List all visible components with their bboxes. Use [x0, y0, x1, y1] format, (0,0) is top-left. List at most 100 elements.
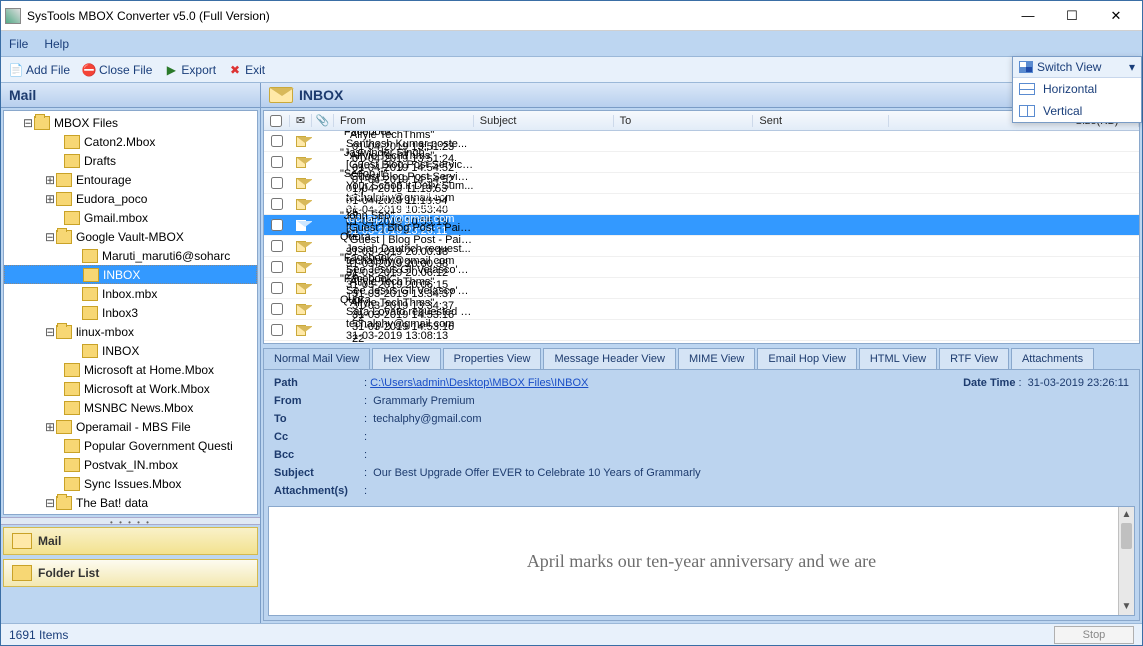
mail-row[interactable]: Quora Sara Lovato requested y... techalp… — [264, 320, 1139, 341]
stop-button[interactable]: Stop — [1054, 626, 1134, 644]
tree-item[interactable]: Microsoft at Work.Mbox — [4, 379, 257, 398]
tree-item[interactable]: INBOX — [4, 265, 257, 284]
tree-item[interactable]: Microsoft at Home.Mbox — [4, 360, 257, 379]
meta-path-link[interactable]: C:\Users\admin\Desktop\MBOX Files\INBOX — [370, 377, 588, 389]
tree-item[interactable]: MSNBC News.Mbox — [4, 398, 257, 417]
menu-file[interactable]: File — [9, 37, 28, 51]
tree-toggle-icon[interactable]: ⊞ — [44, 192, 56, 206]
inbox-title: INBOX — [299, 87, 343, 103]
tree-toggle-icon[interactable]: ⊟ — [44, 230, 56, 244]
tree-item[interactable]: inbox.mbox — [4, 512, 257, 515]
tab-html-view[interactable]: HTML View — [859, 348, 937, 369]
col-from[interactable]: From — [334, 115, 474, 127]
row-checkbox[interactable] — [271, 282, 283, 294]
tree-item[interactable]: Inbox3 — [4, 303, 257, 322]
tree-label: Maruti_maruti6@soharc — [102, 249, 230, 263]
tab-rtf-view[interactable]: RTF View — [939, 348, 1009, 369]
tab-email-hop-view[interactable]: Email Hop View — [757, 348, 856, 369]
left-panel: Mail ⊟MBOX FilesCaton2.MboxDrafts⊞Entour… — [1, 83, 261, 623]
list-body[interactable]: "Facebook" See Jesús Gil Velasco's ... "… — [264, 131, 1139, 343]
col-icon2[interactable]: 📎 — [312, 114, 334, 127]
tree-toggle-icon[interactable]: ⊟ — [44, 325, 56, 339]
switch-view-button[interactable]: Switch View▾ — [1013, 57, 1141, 78]
tree-item[interactable]: ⊟The Bat! data — [4, 493, 257, 512]
tree-item[interactable]: ⊟Google Vault-MBOX — [4, 227, 257, 246]
nav-mail[interactable]: Mail — [3, 527, 258, 555]
tree-item[interactable]: ⊟linux-mbox — [4, 322, 257, 341]
col-checkbox[interactable] — [264, 115, 290, 127]
tree-item[interactable]: Popular Government Questi — [4, 436, 257, 455]
tree-item[interactable]: ⊞Operamail - MBS File — [4, 417, 257, 436]
tree-toggle-icon[interactable]: ⊟ — [22, 116, 34, 130]
mail-icon — [296, 220, 306, 231]
scroll-up-icon[interactable]: ▲ — [1119, 507, 1134, 523]
folder-tree[interactable]: ⊟MBOX FilesCaton2.MboxDrafts⊞Entourage⊞E… — [3, 110, 258, 515]
col-icon1[interactable]: ✉ — [290, 114, 312, 127]
row-checkbox[interactable] — [271, 135, 283, 147]
tab-normal-mail-view[interactable]: Normal Mail View — [263, 348, 370, 369]
tree-item[interactable]: Postvak_IN.mbox — [4, 455, 257, 474]
tab-message-header-view[interactable]: Message Header View — [543, 348, 675, 369]
tree-toggle-icon[interactable]: ⊟ — [44, 496, 56, 510]
list-header-row: ✉ 📎 From Subject To Sent Size(KB) — [264, 111, 1139, 131]
exit-button[interactable]: ✖Exit — [224, 61, 269, 79]
tree-toggle-icon[interactable]: ⊞ — [44, 420, 56, 434]
splitter[interactable]: • • • • • — [1, 517, 260, 525]
tree-label: Microsoft at Home.Mbox — [84, 363, 214, 377]
meta-subject-value: Our Best Upgrade Offer EVER to Celebrate… — [373, 467, 1129, 479]
mail-body-text: April marks our ten-year anniversary and… — [527, 551, 876, 572]
col-subject[interactable]: Subject — [474, 115, 614, 127]
menubar: File Help — [1, 31, 1142, 57]
tree-item[interactable]: Sync Issues.Mbox — [4, 474, 257, 493]
menu-help[interactable]: Help — [44, 37, 69, 51]
tree-item[interactable]: Caton2.Mbox — [4, 132, 257, 151]
switch-vertical[interactable]: Vertical — [1013, 100, 1141, 122]
row-checkbox[interactable] — [271, 156, 283, 168]
status-bar: 1691 Items Stop — [1, 623, 1142, 645]
row-checkbox[interactable] — [271, 303, 283, 315]
tree-item[interactable]: Gmail.mbox — [4, 208, 257, 227]
tree-item[interactable]: ⊞Entourage — [4, 170, 257, 189]
export-button[interactable]: ▶Export — [160, 61, 220, 79]
tree-item[interactable]: Drafts — [4, 151, 257, 170]
tree-item[interactable]: ⊟MBOX Files — [4, 113, 257, 132]
nav-folder-list[interactable]: Folder List — [3, 559, 258, 587]
row-checkbox[interactable] — [271, 240, 283, 252]
row-checkbox[interactable] — [271, 219, 283, 231]
row-checkbox[interactable] — [271, 261, 283, 273]
row-checkbox[interactable] — [271, 177, 283, 189]
tree-toggle-icon[interactable]: ⊞ — [44, 173, 56, 187]
minimize-button[interactable]: — — [1006, 2, 1050, 30]
tree-item[interactable]: INBOX — [4, 341, 257, 360]
maximize-button[interactable]: ☐ — [1050, 2, 1094, 30]
app-window: SysTools MBOX Converter v5.0 (Full Versi… — [0, 0, 1143, 646]
tab-hex-view[interactable]: Hex View — [372, 348, 440, 369]
col-sent[interactable]: Sent — [753, 115, 889, 127]
row-checkbox[interactable] — [271, 324, 283, 336]
folder-icon — [56, 496, 72, 510]
row-checkbox[interactable] — [271, 198, 283, 210]
tree-item[interactable]: ⊞Eudora_poco — [4, 189, 257, 208]
add-file-button[interactable]: 📄Add File — [5, 61, 74, 79]
tab-mime-view[interactable]: MIME View — [678, 348, 755, 369]
mail-icon — [12, 533, 32, 549]
tree-label: inbox.mbox — [102, 515, 163, 516]
switch-view-dropdown: Switch View▾ Horizontal Vertical — [1012, 56, 1142, 123]
body-scrollbar[interactable]: ▲ ▼ — [1118, 507, 1134, 615]
close-file-button[interactable]: ⛔Close File — [78, 61, 156, 79]
scroll-down-icon[interactable]: ▼ — [1119, 599, 1134, 615]
cell-to: techalphy@gmail.com — [340, 318, 474, 330]
switch-horizontal[interactable]: Horizontal — [1013, 78, 1141, 100]
tab-attachments[interactable]: Attachments — [1011, 348, 1094, 369]
tree-item[interactable]: Inbox.mbx — [4, 284, 257, 303]
tree-item[interactable]: Maruti_maruti6@soharc — [4, 246, 257, 265]
mail-body-view[interactable]: April marks our ten-year anniversary and… — [268, 506, 1135, 616]
close-button[interactable]: ✕ — [1094, 2, 1138, 30]
mail-panel-header: Mail — [1, 83, 260, 108]
folder-icon — [56, 192, 72, 206]
tree-label: INBOX — [102, 344, 139, 358]
tree-label: MSNBC News.Mbox — [84, 401, 193, 415]
scroll-thumb[interactable] — [1121, 523, 1132, 549]
tab-properties-view[interactable]: Properties View — [443, 348, 542, 369]
col-to[interactable]: To — [614, 115, 754, 127]
